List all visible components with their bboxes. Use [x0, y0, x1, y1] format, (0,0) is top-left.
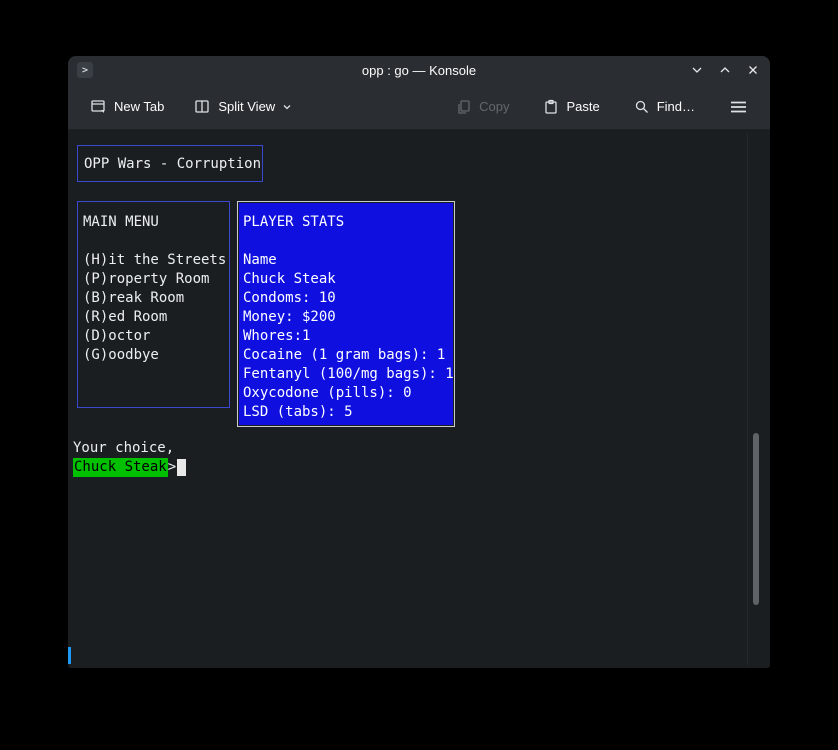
player-stats-box: PLAYER STATS Name Chuck Steak Condoms: 1…	[237, 201, 455, 427]
stats-line: Name	[243, 251, 453, 270]
stats-line: Condoms: 10	[243, 289, 453, 308]
konsole-window: > opp : go — Konsole	[68, 56, 770, 668]
find-label: Find…	[657, 99, 695, 114]
game-title: OPP Wars - Corruption	[84, 156, 261, 172]
titlebar[interactable]: > opp : go — Konsole	[68, 56, 770, 84]
stats-line: Cocaine (1 gram bags): 1	[243, 346, 453, 365]
stats-line: Whores:1	[243, 327, 453, 346]
find-button[interactable]: Find…	[626, 93, 703, 121]
minimize-button[interactable]	[688, 61, 706, 79]
stats-line: Chuck Steak	[243, 270, 453, 289]
search-icon	[634, 99, 650, 115]
paste-button[interactable]: Paste	[535, 93, 607, 121]
chevron-down-icon	[282, 102, 292, 112]
copy-button[interactable]: Copy	[448, 93, 517, 121]
konsole-app-icon: >	[77, 62, 93, 78]
new-tab-label: New Tab	[114, 99, 164, 114]
menu-item: (H)it the Streets	[83, 251, 229, 270]
hamburger-menu-button[interactable]	[721, 93, 756, 121]
copy-label: Copy	[479, 99, 509, 114]
hamburger-icon	[729, 99, 748, 115]
terminal-output-area[interactable]: OPP Wars - Corruption MAIN MENU (H)it th…	[68, 130, 770, 668]
prompt-line: Your choice,	[73, 439, 174, 458]
new-tab-icon	[90, 98, 107, 115]
scrollbar-thumb[interactable]	[753, 433, 759, 605]
stats-line: Oxycodone (pills): 0	[243, 384, 453, 403]
stats-line: Money: $200	[243, 308, 453, 327]
main-menu-box: MAIN MENU (H)it the Streets (P)roperty R…	[77, 201, 230, 408]
menu-item: (P)roperty Room	[83, 270, 229, 289]
toolbar: New Tab Split View	[68, 84, 770, 130]
close-icon	[746, 63, 760, 77]
terminal-cursor	[177, 459, 186, 476]
stats-line: LSD (tabs): 5	[243, 403, 453, 422]
paste-label: Paste	[566, 99, 599, 114]
close-button[interactable]	[744, 61, 762, 79]
copy-icon	[456, 99, 472, 115]
scrollbar-track[interactable]	[747, 133, 748, 665]
window-title: opp : go — Konsole	[68, 63, 770, 78]
player-stats-fill: PLAYER STATS Name Chuck Steak Condoms: 1…	[239, 203, 453, 425]
menu-item: (R)ed Room	[83, 308, 229, 327]
prompt-suffix: >	[168, 458, 176, 477]
new-tab-button[interactable]: New Tab	[82, 92, 172, 121]
input-line[interactable]: Chuck Steak >	[73, 458, 186, 477]
maximize-button[interactable]	[716, 61, 734, 79]
chevron-down-icon	[690, 63, 704, 77]
player-stats-title: PLAYER STATS	[243, 213, 453, 232]
stats-line: Fentanyl (100/mg bags): 1	[243, 365, 453, 384]
game-title-box: OPP Wars - Corruption	[77, 145, 263, 182]
blank-line	[243, 232, 453, 251]
split-view-button[interactable]: Split View	[186, 92, 300, 121]
menu-item: (D)octor	[83, 327, 229, 346]
menu-item: (B)reak Room	[83, 289, 229, 308]
blank-line	[83, 232, 229, 251]
desktop-background: > opp : go — Konsole	[0, 0, 838, 750]
chevron-up-icon	[718, 63, 732, 77]
main-menu-title: MAIN MENU	[83, 213, 229, 232]
split-view-icon	[194, 98, 211, 115]
menu-item: (G)oodbye	[83, 346, 229, 365]
paste-icon	[543, 99, 559, 115]
scroll-position-indicator	[68, 647, 71, 664]
split-view-label: Split View	[218, 99, 275, 114]
player-name-highlight: Chuck Steak	[73, 458, 168, 477]
